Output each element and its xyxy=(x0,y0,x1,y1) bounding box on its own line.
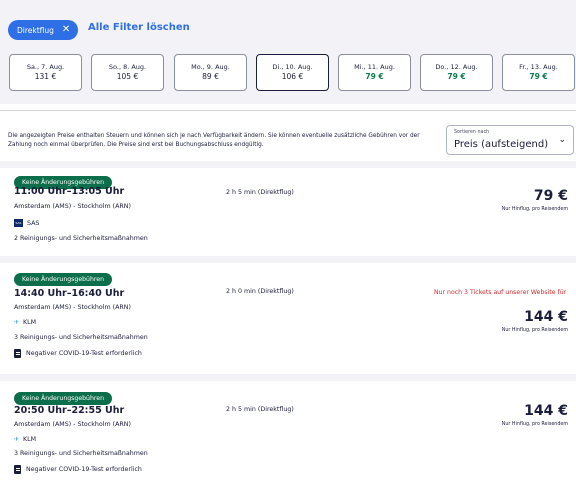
flight-times: 20:50 Uhr–22:55 Uhr xyxy=(14,405,125,416)
filter-chip-direct[interactable]: Direktflug ✕ xyxy=(8,20,79,40)
date-price: 79 € xyxy=(365,71,384,81)
price-note: Nur Hinflug, pro Reisendem xyxy=(501,328,568,333)
airline: ✈ KLM xyxy=(14,319,36,326)
sort-value: Preis (aufsteigend) xyxy=(454,139,549,150)
date-card[interactable]: So., 8. Aug. 105 € xyxy=(91,54,164,91)
date-price: 79 € xyxy=(529,71,548,81)
flight-route: Amsterdam (AMS) - Stockholm (ARN) xyxy=(14,421,131,428)
flight-duration: 2 h 5 min (Direktflug) xyxy=(226,406,294,413)
date-card[interactable]: Sa., 7. Aug. 131 € xyxy=(9,54,82,91)
filter-chip-label: Direktflug xyxy=(17,25,54,35)
airline-name: SAS xyxy=(27,219,40,227)
low-availability-warning: Nur noch 3 Tickets auf unserer Website f… xyxy=(434,289,567,296)
covid-requirement: Negativer COVID-19-Test erforderlich xyxy=(14,465,142,474)
date-label: So., 8. Aug. xyxy=(108,63,147,72)
date-price: 89 € xyxy=(202,71,219,81)
price-disclaimer: Die angezeigten Preise enthalten Steuern… xyxy=(8,133,420,148)
clear-filters-link[interactable]: Alle Filter löschen xyxy=(88,22,190,33)
result-separator xyxy=(0,161,576,168)
flight-price: 144 € xyxy=(524,309,568,325)
document-icon xyxy=(14,349,21,358)
date-label: Fr., 13. Aug. xyxy=(519,63,558,72)
airline: ✈ KLM xyxy=(14,436,36,443)
document-icon xyxy=(14,465,21,474)
flight-times: 11:00 Uhr–13:05 Uhr xyxy=(14,186,125,197)
date-label: Mo., 9. Aug. xyxy=(191,63,230,72)
date-price: 106 € xyxy=(281,71,304,81)
safety-measures: 3 Reinigungs- und Sicherheitsmaßnahmen xyxy=(14,334,148,341)
covid-text: Negativer COVID-19-Test erforderlich xyxy=(26,350,142,357)
date-card-selected[interactable]: Di., 10. Aug. 106 € xyxy=(256,54,329,91)
sas-logo-icon: SAS xyxy=(14,219,23,227)
filter-bar: Direktflug ✕ Alle Filter löschen xyxy=(0,0,576,48)
flight-duration: 2 h 0 min (Direktflug) xyxy=(226,288,294,295)
no-change-fee-badge: Keine Änderungsgebühren xyxy=(14,273,113,286)
date-label: Di., 10. Aug. xyxy=(272,63,313,72)
airline: SAS SAS xyxy=(14,219,39,227)
date-price: 79 € xyxy=(447,71,466,81)
airline-name: KLM xyxy=(23,319,37,326)
flight-result[interactable]: Keine Änderungsgebühren 11:00 Uhr–13:05 … xyxy=(8,168,576,254)
date-label: Do., 12. Aug. xyxy=(435,63,478,72)
flight-route: Amsterdam (AMS) - Stockholm (ARN) xyxy=(14,304,131,311)
date-price: 131 € xyxy=(34,71,57,81)
airline-name: KLM xyxy=(23,436,37,443)
close-icon[interactable]: ✕ xyxy=(62,25,70,35)
chevron-down-icon: ⌄ xyxy=(558,135,566,145)
result-separator xyxy=(0,374,576,381)
price-note: Nur Hinflug, pro Reisendem xyxy=(501,207,568,212)
sort-label: Sortieren nach xyxy=(454,130,490,135)
date-card[interactable]: Fr., 13. Aug. 79 € xyxy=(502,54,575,91)
klm-logo-icon: ✈ xyxy=(14,436,20,443)
flight-result[interactable]: Keine Änderungsgebühren 20:50 Uhr–22:55 … xyxy=(8,381,576,485)
flight-route: Amsterdam (AMS) - Stockholm (ARN) xyxy=(14,203,131,210)
covid-requirement: Negativer COVID-19-Test erforderlich xyxy=(14,349,142,358)
covid-text: Negativer COVID-19-Test erforderlich xyxy=(26,466,142,473)
price-note: Nur Hinflug, pro Reisendem xyxy=(501,422,568,427)
sort-select[interactable]: Sortieren nach Preis (aufsteigend) ⌄ xyxy=(446,125,574,155)
flight-price: 79 € xyxy=(533,188,568,204)
date-strip: Sa., 7. Aug. 131 € So., 8. Aug. 105 € Mo… xyxy=(0,48,576,104)
date-label: Sa., 7. Aug. xyxy=(26,63,65,72)
flight-times: 14:40 Uhr–16:40 Uhr xyxy=(14,288,125,299)
date-card[interactable]: Do., 12. Aug. 79 € xyxy=(420,54,493,91)
date-price: 105 € xyxy=(116,71,139,81)
flight-duration: 2 h 5 min (Direktflug) xyxy=(226,189,294,196)
flight-result[interactable]: Keine Änderungsgebühren 14:40 Uhr–16:40 … xyxy=(8,263,576,373)
klm-logo-icon: ✈ xyxy=(14,319,20,326)
safety-measures: 2 Reinigungs- und Sicherheitsmaßnahmen xyxy=(14,235,148,242)
result-separator xyxy=(0,256,576,263)
safety-measures: 3 Reinigungs- und Sicherheitsmaßnahmen xyxy=(14,450,148,457)
no-change-fee-badge: Keine Änderungsgebühren xyxy=(14,392,113,405)
flight-price: 144 € xyxy=(524,403,568,419)
divider xyxy=(0,110,576,111)
date-label: Mi., 11. Aug. xyxy=(354,63,395,72)
date-card[interactable]: Mo., 9. Aug. 89 € xyxy=(174,54,247,91)
date-card[interactable]: Mi., 11. Aug. 79 € xyxy=(338,54,411,91)
